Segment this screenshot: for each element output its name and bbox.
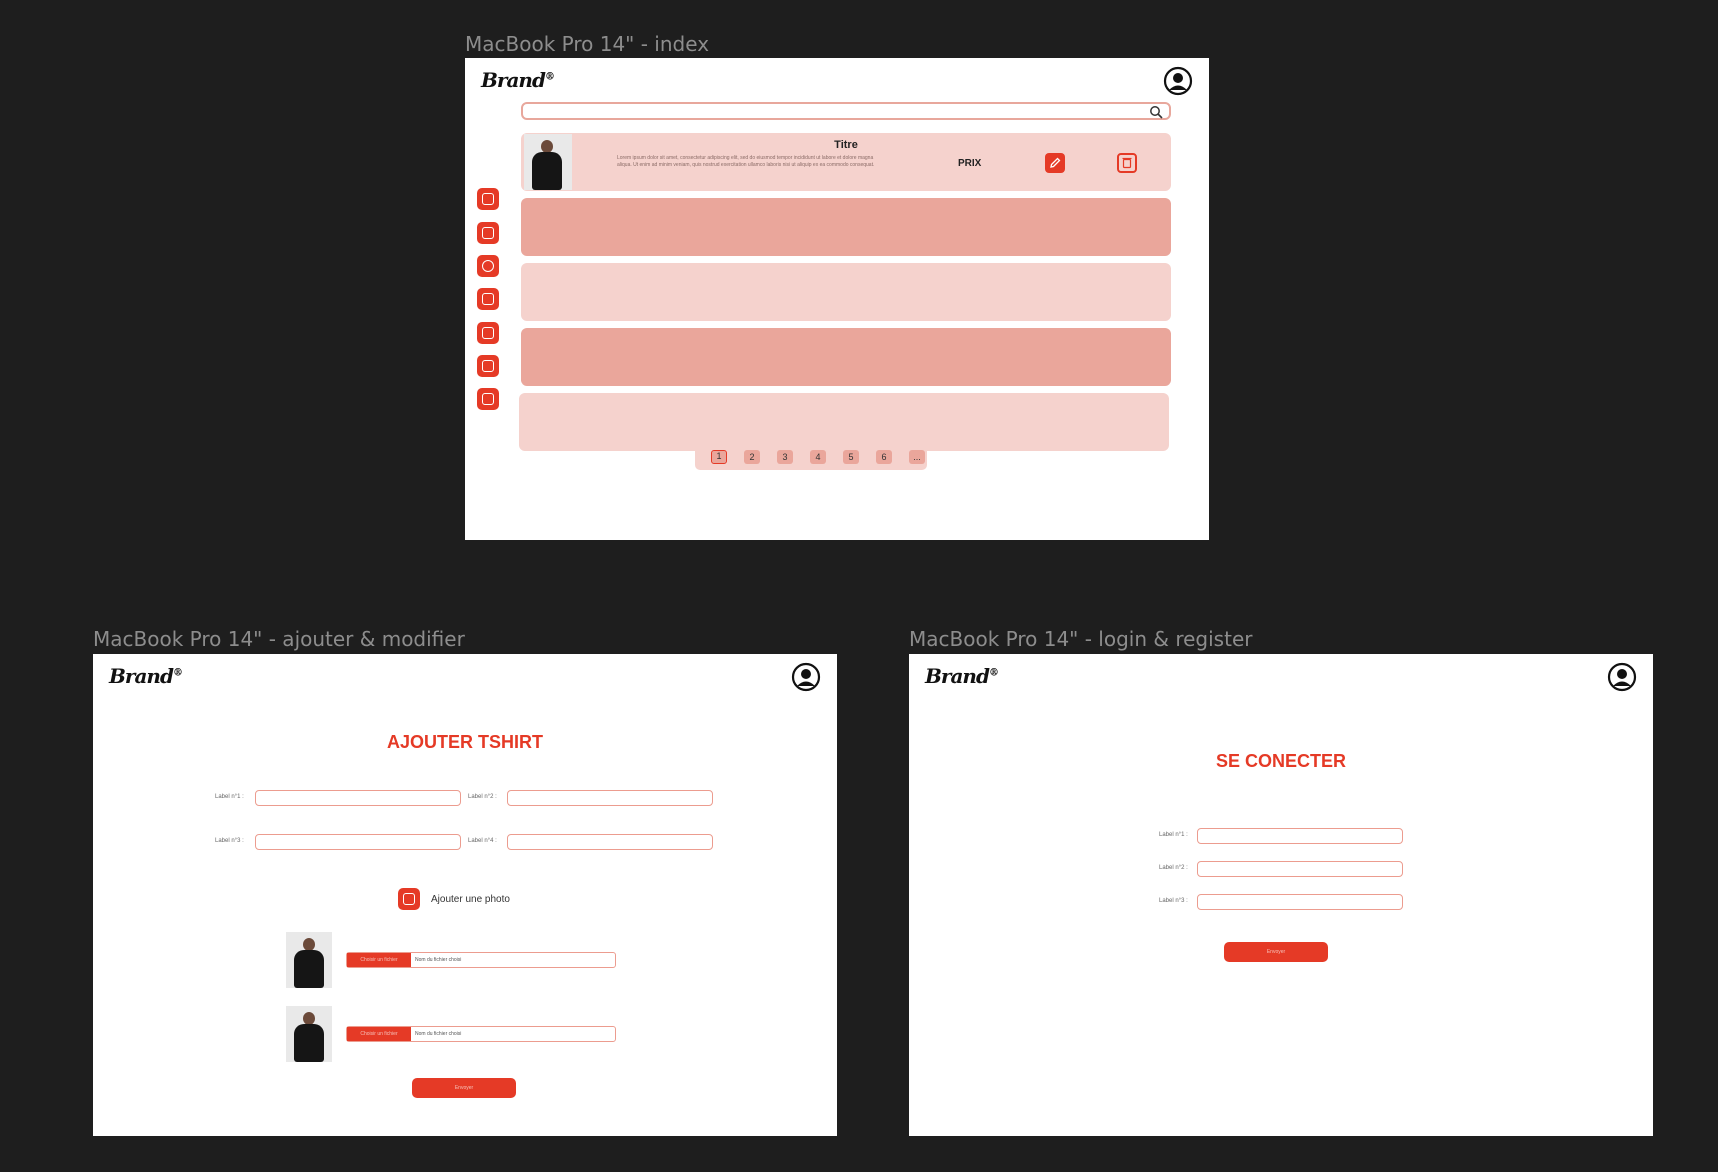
field-label: Label n°3 : bbox=[215, 838, 244, 844]
product-row[interactable] bbox=[521, 198, 1171, 256]
text-field-4[interactable] bbox=[507, 834, 713, 850]
choose-file-button[interactable]: Choisir un fichier bbox=[347, 1027, 411, 1041]
chart-icon[interactable] bbox=[477, 322, 499, 344]
page-button[interactable]: 5 bbox=[843, 450, 859, 464]
frame-label-ajouter: MacBook Pro 14" - ajouter & modifier bbox=[93, 627, 465, 651]
pagination: 1 2 3 4 5 6 ... bbox=[695, 444, 927, 470]
plus-square-icon[interactable] bbox=[477, 188, 499, 210]
frame-login: Brand® SE CONECTER Label n°1 : Label n°2… bbox=[909, 654, 1653, 1136]
product-row[interactable] bbox=[521, 328, 1171, 386]
product-row[interactable]: Titre Lorem ipsum dolor sit amet, consec… bbox=[521, 133, 1171, 191]
page-button[interactable]: 2 bbox=[744, 450, 760, 464]
product-price: PRIX bbox=[958, 158, 982, 169]
info-icon[interactable] bbox=[477, 255, 499, 277]
text-field-2[interactable] bbox=[1197, 861, 1403, 877]
field-label: Label n°2 : bbox=[468, 794, 497, 800]
product-row[interactable] bbox=[521, 263, 1171, 321]
frame-index: Brand® Titre Lorem ipsum dolor sit amet,… bbox=[465, 58, 1209, 540]
delete-button[interactable] bbox=[1117, 153, 1137, 173]
activity-icon[interactable] bbox=[477, 355, 499, 377]
pencil-icon bbox=[1050, 157, 1061, 168]
submit-button[interactable]: Envoyer bbox=[1224, 942, 1328, 962]
text-field-3[interactable] bbox=[1197, 894, 1403, 910]
page-button[interactable]: 3 bbox=[777, 450, 793, 464]
page-title: AJOUTER TSHIRT bbox=[386, 732, 543, 752]
search-icon[interactable] bbox=[1149, 105, 1163, 119]
product-title: Titre bbox=[834, 139, 858, 151]
page-button[interactable]: ... bbox=[909, 450, 925, 464]
user-circle-icon[interactable] bbox=[1163, 66, 1193, 96]
file-input[interactable]: Choisir un fichier Nom du fichier choisi bbox=[346, 952, 616, 968]
page-title: SE CONECTER bbox=[1215, 751, 1347, 771]
text-field-3[interactable] bbox=[255, 834, 461, 850]
image-icon[interactable] bbox=[477, 222, 499, 244]
file-name: Nom du fichier choisi bbox=[415, 957, 462, 963]
photo-preview bbox=[286, 932, 332, 988]
mail-icon[interactable] bbox=[477, 288, 499, 310]
trash-icon bbox=[1122, 157, 1132, 169]
add-photo-button[interactable] bbox=[398, 888, 420, 910]
frame-ajouter: Brand® AJOUTER TSHIRT Label n°1 : Label … bbox=[93, 654, 837, 1136]
user-circle-icon[interactable] bbox=[791, 662, 821, 692]
file-input[interactable]: Choisir un fichier Nom du fichier choisi bbox=[346, 1026, 616, 1042]
file-name: Nom du fichier choisi bbox=[415, 1031, 462, 1037]
user-circle-icon[interactable] bbox=[1607, 662, 1637, 692]
logo[interactable]: Brand® bbox=[109, 664, 183, 688]
logo[interactable]: Brand® bbox=[925, 664, 999, 688]
text-field-1[interactable] bbox=[1197, 828, 1403, 844]
product-description: Lorem ipsum dolor sit amet, consectetur … bbox=[617, 155, 875, 168]
search-input[interactable] bbox=[521, 102, 1171, 120]
product-row[interactable] bbox=[519, 393, 1169, 451]
submit-button[interactable]: Envoyer bbox=[412, 1078, 516, 1098]
calendar-icon[interactable] bbox=[477, 388, 499, 410]
field-label: Label n°4 : bbox=[468, 838, 497, 844]
choose-file-button[interactable]: Choisir un fichier bbox=[347, 953, 411, 967]
edit-button[interactable] bbox=[1045, 153, 1065, 173]
text-field-2[interactable] bbox=[507, 790, 713, 806]
frame-label-login: MacBook Pro 14" - login & register bbox=[909, 627, 1253, 651]
text-field-1[interactable] bbox=[255, 790, 461, 806]
page-button[interactable]: 4 bbox=[810, 450, 826, 464]
plus-square-icon bbox=[403, 893, 415, 905]
field-label: Label n°3 : bbox=[1159, 898, 1188, 904]
page-button[interactable]: 6 bbox=[876, 450, 892, 464]
field-label: Label n°1 : bbox=[1159, 832, 1188, 838]
frame-label-index: MacBook Pro 14" - index bbox=[465, 32, 710, 56]
logo[interactable]: Brand® bbox=[481, 68, 555, 92]
field-label: Label n°1 : bbox=[215, 794, 244, 800]
add-photo-label: Ajouter une photo bbox=[431, 894, 510, 905]
field-label: Label n°2 : bbox=[1159, 865, 1188, 871]
photo-preview bbox=[286, 1006, 332, 1062]
page-button[interactable]: 1 bbox=[711, 450, 727, 464]
